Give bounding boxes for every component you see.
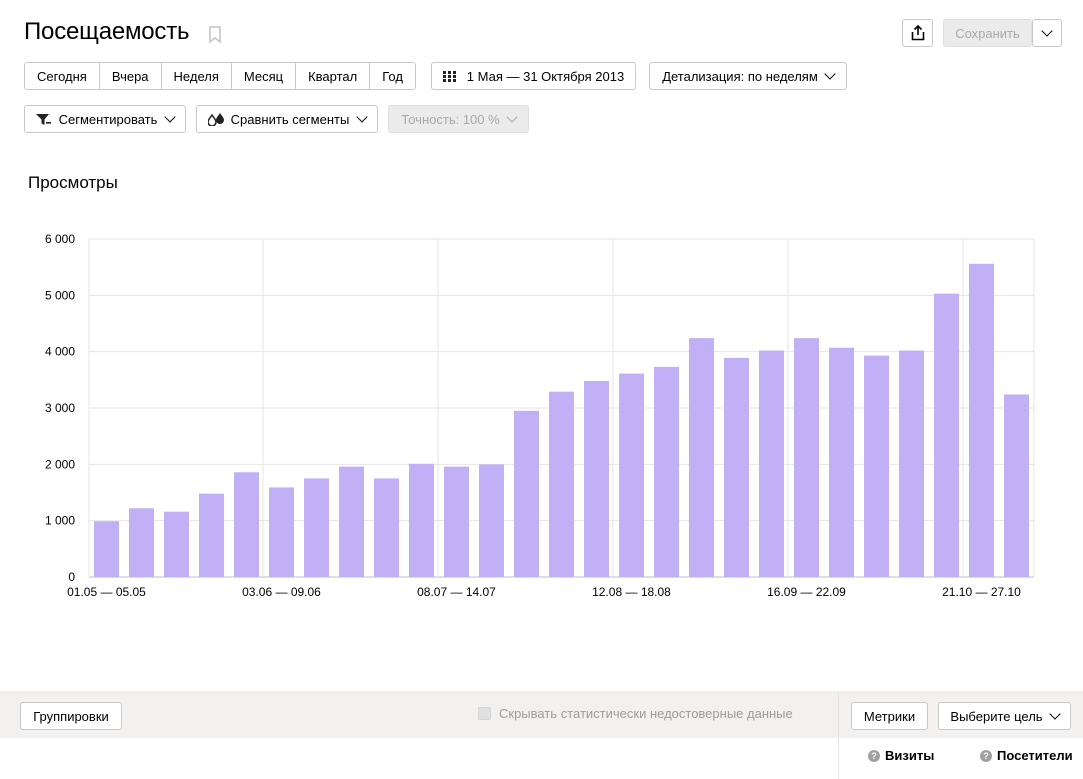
date-range-button[interactable]: 1 Мая — 31 Октября 2013 bbox=[431, 62, 636, 90]
y-tick-label: 2 000 bbox=[45, 457, 75, 471]
share-icon bbox=[911, 25, 924, 41]
chevron-down-icon bbox=[506, 111, 518, 123]
bar bbox=[584, 380, 609, 577]
chart-title: Просмотры bbox=[28, 173, 118, 192]
calendar-icon bbox=[442, 70, 456, 82]
bar bbox=[864, 355, 889, 577]
filter-icon bbox=[35, 113, 51, 125]
groupings-button[interactable]: Группировки bbox=[20, 702, 122, 730]
column-visits-label: Визиты bbox=[885, 748, 935, 763]
pageviews-bar-chart: 0 1 000 2 000 3 000 4 000 5 000 6 000 01.05 — 0… bbox=[45, 232, 1035, 599]
accuracy-dropdown[interactable]: Точность: 100 % bbox=[388, 105, 529, 133]
page-title: Посещаемость bbox=[24, 18, 190, 45]
detail-label: Детализация: по неделям bbox=[662, 68, 818, 84]
y-tick-label: 4 000 bbox=[45, 345, 75, 359]
bar bbox=[409, 463, 434, 577]
x-tick-label: 12.08 — 18.08 bbox=[592, 585, 671, 599]
compare-label: Сравнить сегменты bbox=[230, 111, 350, 127]
x-tick-label: 03.06 — 09.06 bbox=[242, 585, 321, 599]
chevron-down-icon bbox=[824, 68, 836, 80]
bar bbox=[934, 293, 959, 577]
bar bbox=[129, 508, 154, 577]
bar bbox=[164, 511, 189, 577]
bar bbox=[724, 357, 749, 577]
bar bbox=[374, 478, 399, 577]
period-month[interactable]: Месяц bbox=[231, 63, 297, 89]
bar bbox=[479, 464, 504, 577]
column-visitors-label: Посетители bbox=[997, 748, 1073, 763]
bar bbox=[1004, 394, 1029, 577]
period-quarter[interactable]: Квартал bbox=[296, 63, 371, 89]
save-options-button[interactable] bbox=[1032, 19, 1062, 47]
y-tick-label: 6 000 bbox=[45, 232, 75, 246]
chevron-down-icon bbox=[1041, 25, 1053, 37]
help-icon[interactable]: ? bbox=[868, 749, 880, 762]
bar bbox=[269, 487, 294, 577]
bar bbox=[514, 410, 539, 577]
hide-unreliable-checkbox[interactable] bbox=[478, 707, 491, 720]
y-tick-label: 3 000 bbox=[45, 401, 75, 415]
y-tick-label: 5 000 bbox=[45, 288, 75, 302]
compare-segments-dropdown[interactable]: Сравнить сегменты bbox=[196, 105, 378, 133]
bar bbox=[234, 472, 259, 577]
help-icon[interactable]: ? bbox=[980, 749, 992, 762]
detail-dropdown[interactable]: Детализация: по неделям bbox=[649, 62, 847, 90]
bar bbox=[619, 373, 644, 577]
metrics-button[interactable]: Метрики bbox=[851, 702, 928, 730]
compare-drops-icon bbox=[207, 112, 224, 126]
bar bbox=[339, 466, 364, 577]
bar bbox=[759, 350, 784, 577]
chevron-down-icon bbox=[1048, 708, 1061, 720]
bookmark-icon[interactable] bbox=[208, 26, 222, 44]
y-tick-label: 1 000 bbox=[45, 514, 75, 528]
bar bbox=[94, 521, 119, 577]
export-button[interactable] bbox=[902, 19, 933, 47]
accuracy-label: Точность: 100 % bbox=[401, 111, 500, 127]
period-year[interactable]: Год bbox=[370, 63, 415, 89]
period-selector: Сегодня Вчера Неделя Месяц Квартал Год bbox=[24, 62, 416, 90]
goal-label: Выберите цель bbox=[950, 708, 1043, 724]
hide-unreliable-option[interactable]: Скрывать статистически недостоверные дан… bbox=[478, 706, 793, 721]
hide-unreliable-label: Скрывать статистически недостоверные дан… bbox=[499, 706, 793, 721]
x-tick-label: 08.07 — 14.07 bbox=[417, 585, 496, 599]
y-tick-label: 0 bbox=[68, 570, 75, 584]
bar bbox=[689, 338, 714, 577]
column-visits[interactable]: ? Визиты bbox=[868, 748, 934, 763]
segment-label: Сегментировать bbox=[58, 111, 158, 127]
goal-dropdown[interactable]: Выберите цель bbox=[938, 702, 1071, 730]
save-button[interactable]: Сохранить bbox=[943, 19, 1032, 47]
bar bbox=[199, 493, 224, 577]
segment-dropdown[interactable]: Сегментировать bbox=[24, 105, 186, 133]
bar bbox=[829, 347, 854, 577]
x-tick-label: 21.10 — 27.10 bbox=[942, 585, 1021, 599]
bar bbox=[304, 478, 329, 577]
chevron-down-icon bbox=[164, 111, 177, 123]
bar bbox=[549, 391, 574, 577]
period-week[interactable]: Неделя bbox=[161, 63, 232, 89]
bar bbox=[794, 338, 819, 577]
bar bbox=[899, 350, 924, 577]
x-tick-label: 16.09 — 22.09 bbox=[767, 585, 846, 599]
bar bbox=[444, 466, 469, 577]
period-today[interactable]: Сегодня bbox=[25, 63, 100, 89]
x-tick-label: 01.05 — 05.05 bbox=[67, 585, 146, 599]
bar bbox=[969, 263, 994, 577]
bar bbox=[654, 366, 679, 577]
chevron-down-icon bbox=[356, 111, 368, 123]
period-yesterday[interactable]: Вчера bbox=[99, 63, 162, 89]
date-range-label: 1 Мая — 31 Октября 2013 bbox=[466, 68, 625, 84]
column-visitors[interactable]: ? Посетители bbox=[980, 748, 1073, 763]
